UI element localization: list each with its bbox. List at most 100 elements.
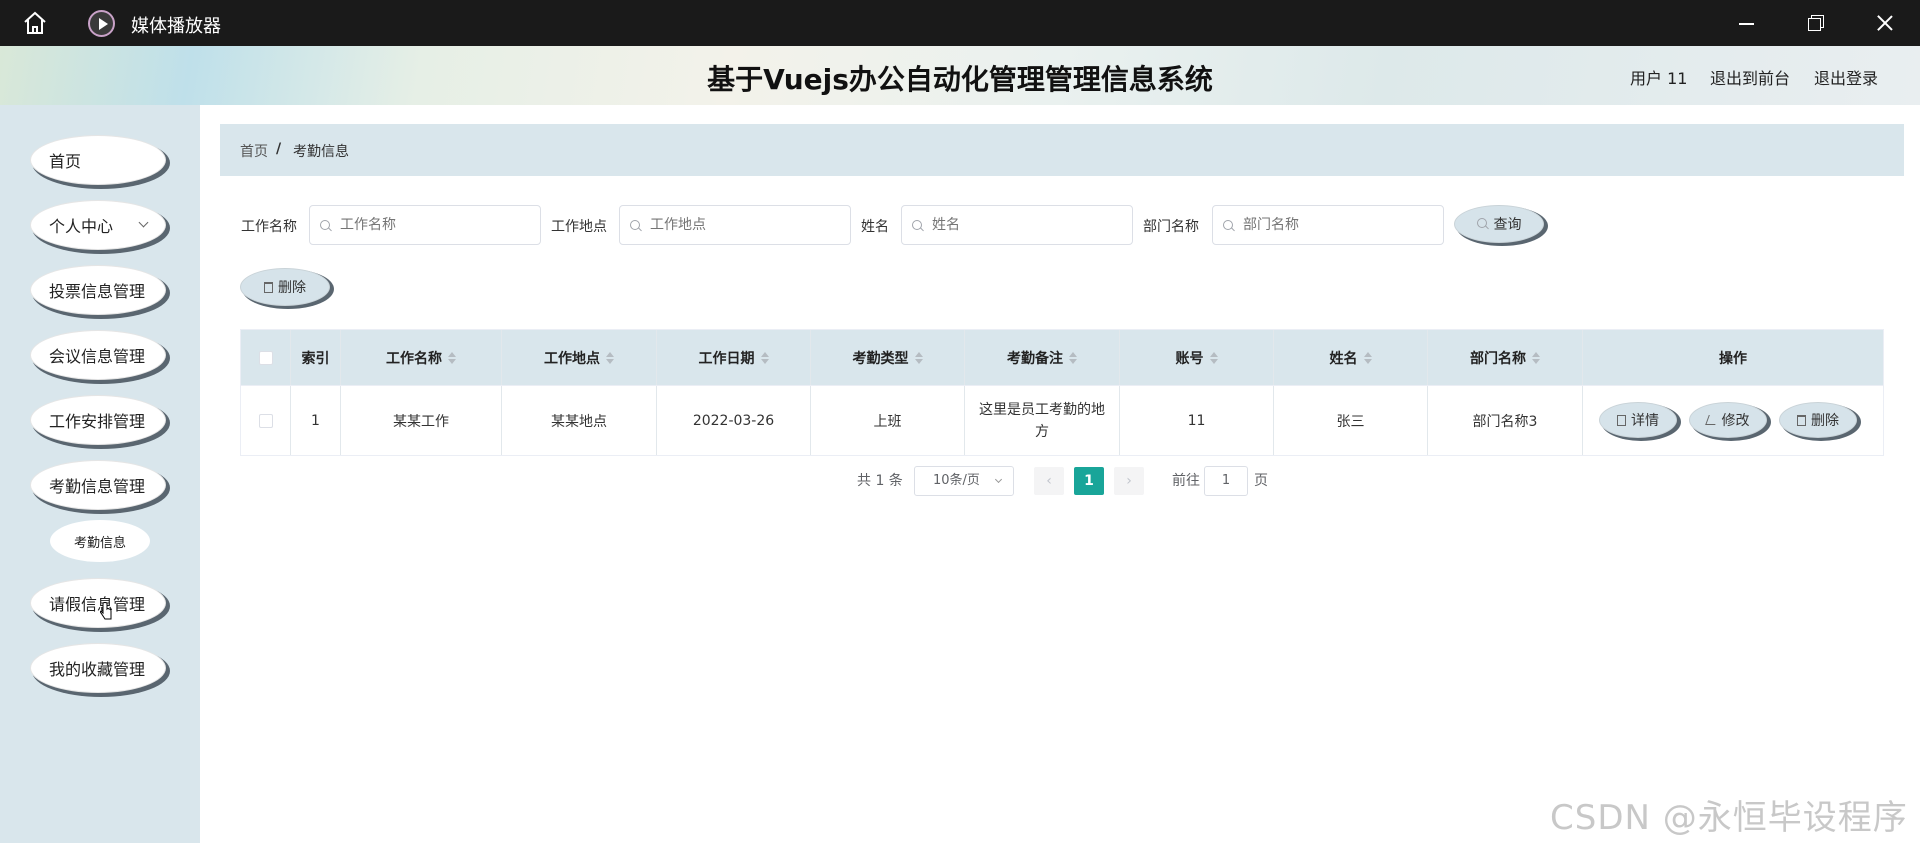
cell-date: 2022-03-26	[657, 386, 811, 455]
chevron-down-icon	[994, 475, 1003, 484]
user-label: 用户 11	[1630, 69, 1688, 88]
row-delete-button[interactable]: 删除	[1779, 402, 1857, 438]
close-window-button[interactable]	[1875, 13, 1895, 33]
restore-button[interactable]	[1807, 13, 1827, 33]
edit-icon	[1704, 415, 1719, 425]
row-checkbox[interactable]	[258, 413, 273, 428]
column-header-type[interactable]: 考勤类型	[811, 330, 965, 385]
sidebar-item-label: 工作安排管理	[49, 412, 146, 431]
sort-icon[interactable]	[1209, 351, 1218, 364]
sidebar-item-label: 首页	[49, 152, 82, 171]
window-titlebar: 媒体播放器	[0, 0, 1920, 46]
sidebar-item-label: 投票信息管理	[49, 282, 146, 301]
search-icon	[1223, 220, 1235, 232]
cell-account: 11	[1120, 386, 1274, 455]
sort-icon[interactable]	[1069, 351, 1077, 364]
goto-prefix: 前往	[1172, 473, 1200, 489]
sort-icon[interactable]	[448, 351, 456, 364]
header-banner: 基于Vuejs办公自动化管理管理信息系统 用户 11 退出到前台 退出登录	[0, 46, 1920, 105]
prev-page-button[interactable]: ‹	[1034, 467, 1064, 495]
sort-icon[interactable]	[1363, 351, 1372, 364]
cell-job-name: 某某工作	[341, 386, 502, 455]
sort-icon[interactable]	[1532, 351, 1540, 364]
attendance-table: 索引 工作名称 工作地点 工作日期 考勤类型 考勤备注 账号 姓名 部门名称 操…	[240, 329, 1884, 456]
sidebar-item-label: 个人中心	[49, 217, 114, 236]
goto-page-input[interactable]: 1	[1204, 466, 1248, 496]
query-button[interactable]: 查询	[1454, 205, 1544, 243]
pagination-total: 共 1 条	[857, 473, 903, 489]
search-icon	[912, 220, 924, 232]
column-header-name[interactable]: 姓名	[1274, 330, 1428, 385]
sidebar-item-work-schedule[interactable]: 工作安排管理	[30, 395, 166, 445]
dept-input[interactable]	[1212, 205, 1444, 245]
cell-name: 张三	[1274, 386, 1428, 455]
column-header-dept[interactable]: 部门名称	[1428, 330, 1583, 385]
trash-icon	[264, 281, 273, 293]
detail-button[interactable]: 详情	[1599, 402, 1677, 438]
next-page-button[interactable]: ›	[1114, 467, 1144, 495]
table-header: 索引 工作名称 工作地点 工作日期 考勤类型 考勤备注 账号 姓名 部门名称 操…	[241, 330, 1883, 385]
name-input[interactable]	[901, 205, 1133, 245]
sidebar-item-leave[interactable]: 请假信息管理	[30, 578, 166, 628]
hand-cursor-icon	[100, 602, 112, 620]
cell-actions: 详情 修改 删除	[1583, 386, 1883, 455]
job-name-label: 工作名称	[241, 219, 297, 235]
column-header-actions: 操作	[1719, 350, 1747, 367]
breadcrumb-current: 考勤信息	[293, 144, 349, 160]
goto-suffix: 页	[1254, 473, 1268, 489]
sidebar-item-favorites[interactable]: 我的收藏管理	[30, 643, 166, 693]
watermark: CSDN @永恒毕设程序	[1550, 798, 1908, 838]
column-header-index: 索引	[291, 330, 341, 385]
column-header-note[interactable]: 考勤备注	[965, 330, 1120, 385]
cell-type: 上班	[811, 386, 965, 455]
name-label: 姓名	[861, 219, 889, 235]
sidebar-subitem-attendance-info[interactable]: 考勤信息	[50, 520, 150, 562]
batch-delete-label: 删除	[278, 280, 306, 296]
page-size-select[interactable]: 10条/页	[914, 466, 1014, 496]
sidebar-item-label: 我的收藏管理	[49, 660, 146, 679]
column-header-account[interactable]: 账号	[1120, 330, 1274, 385]
sidebar-item-personal-center[interactable]: 个人中心	[30, 200, 166, 250]
minimize-button[interactable]	[1737, 13, 1757, 33]
sidebar-item-label: 请假信息管理	[49, 595, 146, 614]
breadcrumb-home[interactable]: 首页	[240, 141, 268, 161]
batch-delete-button[interactable]: 删除	[240, 268, 330, 306]
cell-note: 这里是员工考勤的地方	[965, 386, 1120, 455]
query-button-label: 查询	[1493, 217, 1522, 233]
sidebar-item-attendance[interactable]: 考勤信息管理	[30, 460, 166, 510]
job-location-label: 工作地点	[551, 219, 607, 235]
home-icon[interactable]	[22, 11, 48, 35]
breadcrumb: 首页 / 考勤信息	[220, 124, 1904, 176]
select-all-checkbox[interactable]	[258, 350, 273, 365]
cell-dept: 部门名称3	[1428, 386, 1583, 455]
job-location-input[interactable]	[619, 205, 851, 245]
breadcrumb-separator: /	[276, 141, 282, 157]
cell-job-location: 某某地点	[502, 386, 657, 455]
sidebar-item-vote[interactable]: 投票信息管理	[30, 265, 166, 315]
sidebar-item-home[interactable]: 首页	[30, 135, 166, 185]
sidebar-item-meeting[interactable]: 会议信息管理	[30, 330, 166, 380]
exit-to-front-link[interactable]: 退出到前台	[1710, 65, 1790, 89]
column-header-date[interactable]: 工作日期	[657, 330, 811, 385]
sort-icon[interactable]	[760, 351, 769, 364]
dept-label: 部门名称	[1143, 219, 1199, 235]
column-header-job-name[interactable]: 工作名称	[341, 330, 502, 385]
media-player-icon	[88, 10, 115, 37]
sidebar-item-label: 考勤信息管理	[49, 477, 146, 496]
column-header-job-location[interactable]: 工作地点	[502, 330, 657, 385]
search-icon	[320, 220, 332, 232]
sort-icon[interactable]	[914, 351, 923, 364]
chevron-down-icon	[138, 217, 149, 228]
table-row: 1 某某工作 某某地点 2022-03-26 上班 这里是员工考勤的地方 11 …	[241, 385, 1883, 455]
search-icon	[1476, 218, 1489, 230]
page-number-current[interactable]: 1	[1074, 467, 1104, 495]
sort-icon[interactable]	[606, 351, 614, 364]
job-name-input[interactable]	[309, 205, 541, 245]
row-select[interactable]	[241, 386, 291, 455]
sidebar-item-label: 会议信息管理	[49, 347, 146, 366]
edit-button[interactable]: 修改	[1689, 402, 1767, 438]
document-icon	[1617, 414, 1626, 426]
cell-index: 1	[291, 386, 341, 455]
logout-link[interactable]: 退出登录	[1814, 65, 1878, 89]
header-select-all[interactable]	[241, 330, 291, 385]
